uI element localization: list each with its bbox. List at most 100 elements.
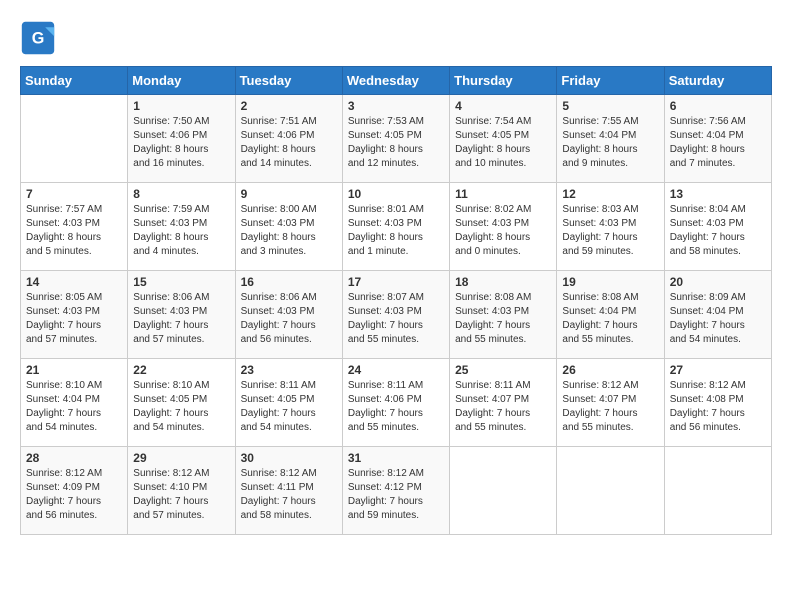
day-info: Sunrise: 8:05 AM Sunset: 4:03 PM Dayligh… bbox=[26, 291, 122, 347]
column-header-thursday: Thursday bbox=[450, 67, 557, 95]
day-number: 29 bbox=[133, 451, 229, 465]
calendar-cell: 21 Sunrise: 8:10 AM Sunset: 4:04 PM Dayli… bbox=[21, 359, 128, 447]
calendar-cell bbox=[450, 447, 557, 535]
day-number: 5 bbox=[562, 99, 658, 113]
calendar-cell bbox=[557, 447, 664, 535]
calendar-cell: 13 Sunrise: 8:04 AM Sunset: 4:03 PM Dayli… bbox=[664, 183, 771, 271]
calendar-week-row: 28 Sunrise: 8:12 AM Sunset: 4:09 PM Dayli… bbox=[21, 447, 772, 535]
calendar-cell: 25 Sunrise: 8:11 AM Sunset: 4:07 PM Dayli… bbox=[450, 359, 557, 447]
calendar-cell: 15Sunrise: 8:06 AM Sunset: 4:03 PM Dayli… bbox=[128, 271, 235, 359]
calendar-cell: 16 Sunrise: 8:06 AM Sunset: 4:03 PM Dayli… bbox=[235, 271, 342, 359]
column-header-friday: Friday bbox=[557, 67, 664, 95]
logo: G bbox=[20, 20, 60, 56]
calendar-week-row: 7 Sunrise: 7:57 AM Sunset: 4:03 PM Daylig… bbox=[21, 183, 772, 271]
calendar-cell: 17Sunrise: 8:07 AM Sunset: 4:03 PM Dayli… bbox=[342, 271, 449, 359]
calendar-cell: 12Sunrise: 8:03 AM Sunset: 4:03 PM Dayli… bbox=[557, 183, 664, 271]
calendar-cell: 29 Sunrise: 8:12 AM Sunset: 4:10 PM Dayli… bbox=[128, 447, 235, 535]
day-number: 11 bbox=[455, 187, 551, 201]
column-header-tuesday: Tuesday bbox=[235, 67, 342, 95]
day-info: Sunrise: 8:10 AM Sunset: 4:05 PM Dayligh… bbox=[133, 379, 229, 435]
day-info: Sunrise: 8:04 AM Sunset: 4:03 PM Dayligh… bbox=[670, 203, 766, 259]
day-info: Sunrise: 7:51 AM Sunset: 4:06 PM Dayligh… bbox=[241, 115, 337, 171]
calendar-cell: 1Sunrise: 7:50 AM Sunset: 4:06 PM Daylig… bbox=[128, 95, 235, 183]
day-info: Sunrise: 8:12 AM Sunset: 4:12 PM Dayligh… bbox=[348, 467, 444, 523]
day-number: 1 bbox=[133, 99, 229, 113]
day-info: Sunrise: 7:54 AM Sunset: 4:05 PM Dayligh… bbox=[455, 115, 551, 171]
calendar-cell: 9Sunrise: 8:00 AM Sunset: 4:03 PM Daylig… bbox=[235, 183, 342, 271]
calendar-cell: 7 Sunrise: 7:57 AM Sunset: 4:03 PM Daylig… bbox=[21, 183, 128, 271]
day-number: 8 bbox=[133, 187, 229, 201]
calendar-cell: 23 Sunrise: 8:11 AM Sunset: 4:05 PM Dayli… bbox=[235, 359, 342, 447]
day-number: 15 bbox=[133, 275, 229, 289]
day-info: Sunrise: 8:12 AM Sunset: 4:07 PM Dayligh… bbox=[562, 379, 658, 435]
day-number: 7 bbox=[26, 187, 122, 201]
day-number: 25 bbox=[455, 363, 551, 377]
calendar-cell: 8 Sunrise: 7:59 AM Sunset: 4:03 PM Daylig… bbox=[128, 183, 235, 271]
calendar-cell bbox=[21, 95, 128, 183]
calendar-cell: 26 Sunrise: 8:12 AM Sunset: 4:07 PM Dayli… bbox=[557, 359, 664, 447]
calendar-cell: 18 Sunrise: 8:08 AM Sunset: 4:03 PM Dayli… bbox=[450, 271, 557, 359]
calendar-cell: 14Sunrise: 8:05 AM Sunset: 4:03 PM Dayli… bbox=[21, 271, 128, 359]
day-info: Sunrise: 7:56 AM Sunset: 4:04 PM Dayligh… bbox=[670, 115, 766, 171]
day-number: 13 bbox=[670, 187, 766, 201]
calendar-cell: 6 Sunrise: 7:56 AM Sunset: 4:04 PM Daylig… bbox=[664, 95, 771, 183]
day-number: 27 bbox=[670, 363, 766, 377]
day-info: Sunrise: 7:57 AM Sunset: 4:03 PM Dayligh… bbox=[26, 203, 122, 259]
calendar-week-row: 21 Sunrise: 8:10 AM Sunset: 4:04 PM Dayli… bbox=[21, 359, 772, 447]
calendar-cell bbox=[664, 447, 771, 535]
day-number: 3 bbox=[348, 99, 444, 113]
calendar-cell: 20 Sunrise: 8:09 AM Sunset: 4:04 PM Dayli… bbox=[664, 271, 771, 359]
day-number: 28 bbox=[26, 451, 122, 465]
day-number: 21 bbox=[26, 363, 122, 377]
calendar-cell: 24 Sunrise: 8:11 AM Sunset: 4:06 PM Dayli… bbox=[342, 359, 449, 447]
calendar-cell: 11 Sunrise: 8:02 AM Sunset: 4:03 PM Dayli… bbox=[450, 183, 557, 271]
day-number: 26 bbox=[562, 363, 658, 377]
day-number: 18 bbox=[455, 275, 551, 289]
day-number: 16 bbox=[241, 275, 337, 289]
day-number: 23 bbox=[241, 363, 337, 377]
calendar-cell: 10 Sunrise: 8:01 AM Sunset: 4:03 PM Dayli… bbox=[342, 183, 449, 271]
calendar-table: SundayMondayTuesdayWednesdayThursdayFrid… bbox=[20, 66, 772, 535]
day-info: Sunrise: 8:11 AM Sunset: 4:07 PM Dayligh… bbox=[455, 379, 551, 435]
day-info: Sunrise: 8:11 AM Sunset: 4:06 PM Dayligh… bbox=[348, 379, 444, 435]
day-info: Sunrise: 7:53 AM Sunset: 4:05 PM Dayligh… bbox=[348, 115, 444, 171]
day-info: Sunrise: 7:59 AM Sunset: 4:03 PM Dayligh… bbox=[133, 203, 229, 259]
day-info: Sunrise: 7:55 AM Sunset: 4:04 PM Dayligh… bbox=[562, 115, 658, 171]
calendar-cell: 22 Sunrise: 8:10 AM Sunset: 4:05 PM Dayli… bbox=[128, 359, 235, 447]
day-info: Sunrise: 8:12 AM Sunset: 4:09 PM Dayligh… bbox=[26, 467, 122, 523]
day-number: 22 bbox=[133, 363, 229, 377]
logo-icon: G bbox=[20, 20, 56, 56]
calendar-cell: 4 Sunrise: 7:54 AM Sunset: 4:05 PM Daylig… bbox=[450, 95, 557, 183]
day-info: Sunrise: 8:01 AM Sunset: 4:03 PM Dayligh… bbox=[348, 203, 444, 259]
calendar-cell: 31 Sunrise: 8:12 AM Sunset: 4:12 PM Dayli… bbox=[342, 447, 449, 535]
page-header: G bbox=[20, 20, 772, 56]
day-number: 20 bbox=[670, 275, 766, 289]
column-header-saturday: Saturday bbox=[664, 67, 771, 95]
column-header-wednesday: Wednesday bbox=[342, 67, 449, 95]
day-info: Sunrise: 8:08 AM Sunset: 4:03 PM Dayligh… bbox=[455, 291, 551, 347]
day-info: Sunrise: 8:10 AM Sunset: 4:04 PM Dayligh… bbox=[26, 379, 122, 435]
calendar-cell: 27Sunrise: 8:12 AM Sunset: 4:08 PM Dayli… bbox=[664, 359, 771, 447]
day-info: Sunrise: 8:09 AM Sunset: 4:04 PM Dayligh… bbox=[670, 291, 766, 347]
calendar-week-row: 14Sunrise: 8:05 AM Sunset: 4:03 PM Dayli… bbox=[21, 271, 772, 359]
day-number: 4 bbox=[455, 99, 551, 113]
svg-text:G: G bbox=[32, 29, 45, 47]
day-number: 6 bbox=[670, 99, 766, 113]
day-info: Sunrise: 8:11 AM Sunset: 4:05 PM Dayligh… bbox=[241, 379, 337, 435]
calendar-week-row: 1Sunrise: 7:50 AM Sunset: 4:06 PM Daylig… bbox=[21, 95, 772, 183]
day-number: 24 bbox=[348, 363, 444, 377]
calendar-header-row: SundayMondayTuesdayWednesdayThursdayFrid… bbox=[21, 67, 772, 95]
day-info: Sunrise: 8:12 AM Sunset: 4:10 PM Dayligh… bbox=[133, 467, 229, 523]
calendar-cell: 2 Sunrise: 7:51 AM Sunset: 4:06 PM Daylig… bbox=[235, 95, 342, 183]
day-info: Sunrise: 8:08 AM Sunset: 4:04 PM Dayligh… bbox=[562, 291, 658, 347]
day-number: 30 bbox=[241, 451, 337, 465]
day-info: Sunrise: 8:06 AM Sunset: 4:03 PM Dayligh… bbox=[241, 291, 337, 347]
day-info: Sunrise: 8:00 AM Sunset: 4:03 PM Dayligh… bbox=[241, 203, 337, 259]
column-header-monday: Monday bbox=[128, 67, 235, 95]
day-number: 2 bbox=[241, 99, 337, 113]
day-number: 17 bbox=[348, 275, 444, 289]
day-number: 31 bbox=[348, 451, 444, 465]
column-header-sunday: Sunday bbox=[21, 67, 128, 95]
day-info: Sunrise: 8:02 AM Sunset: 4:03 PM Dayligh… bbox=[455, 203, 551, 259]
day-number: 10 bbox=[348, 187, 444, 201]
